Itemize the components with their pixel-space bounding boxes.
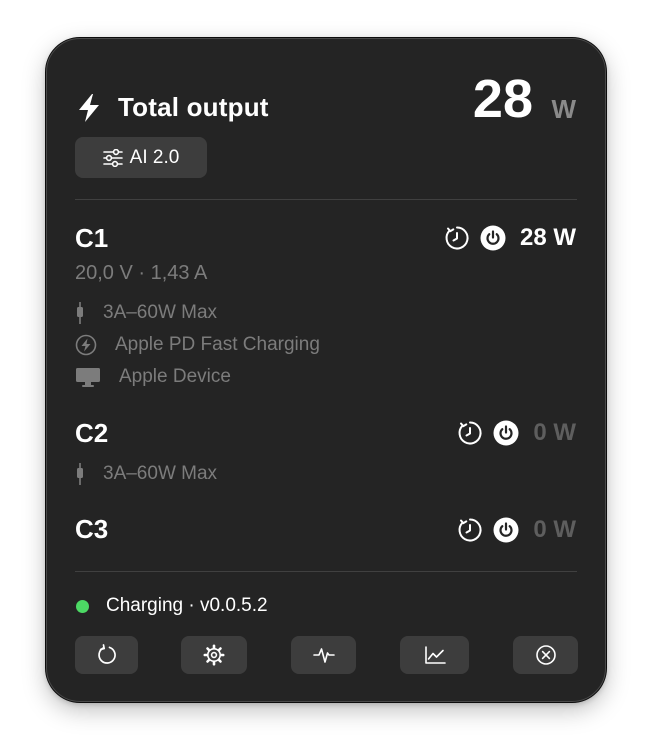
- port-c2-cable-row: 3A–60W Max: [75, 462, 217, 486]
- timer-icon[interactable]: [457, 517, 483, 543]
- total-output-unit: W: [551, 94, 576, 124]
- port-c1-controls: 28 W: [444, 224, 576, 252]
- power-toggle-icon[interactable]: [480, 225, 506, 251]
- port-c1-cable-text: 3A–60W Max: [103, 302, 218, 323]
- status-text: Charging · v0.0.5.2: [106, 595, 268, 616]
- port-c2-controls: 0 W: [457, 419, 576, 447]
- port-c3-controls: 0 W: [457, 516, 576, 544]
- port-c1-device-text: Apple Device: [119, 366, 231, 387]
- close-circle-icon: [535, 645, 556, 665]
- panel-title: Total output: [118, 92, 269, 122]
- port-c1-watt: 28 W: [519, 224, 576, 251]
- port-c1-voltage-current: 20,0 V · 1,43 A: [75, 262, 208, 284]
- quit-button[interactable]: [513, 636, 578, 674]
- port-c3-name: C3: [75, 514, 109, 544]
- ai-mode-button[interactable]: AI 2.0: [75, 137, 207, 178]
- statistics-button[interactable]: [400, 636, 469, 674]
- pulse-icon: [312, 648, 335, 663]
- sliders-icon: [102, 148, 123, 167]
- port-c2-watt: 0 W: [533, 419, 576, 446]
- port-c2-name: C2: [75, 418, 109, 448]
- bolt-circle-icon: [75, 334, 97, 356]
- header-divider: [75, 199, 577, 200]
- port-c1-name: C1: [75, 223, 109, 253]
- footer-divider: [75, 571, 577, 572]
- port-c1-protocol-text: Apple PD Fast Charging: [115, 334, 320, 355]
- cable-connector-icon: [75, 302, 85, 324]
- gear-icon: [203, 644, 225, 666]
- status-dot: [76, 599, 89, 613]
- activity-button[interactable]: [291, 636, 356, 674]
- power-toggle-icon[interactable]: [493, 420, 519, 446]
- port-c1-device-row: Apple Device: [75, 365, 231, 389]
- refresh-icon: [97, 644, 116, 664]
- refresh-button[interactable]: [75, 636, 138, 674]
- ai-mode-label: AI 2.0: [129, 146, 180, 168]
- power-toggle-icon[interactable]: [493, 517, 519, 543]
- cable-connector-icon: [75, 463, 85, 485]
- port-c1-cable-row: 3A–60W Max: [75, 301, 217, 325]
- port-c1-protocol-row: Apple PD Fast Charging: [75, 333, 320, 357]
- line-chart-icon: [424, 646, 446, 664]
- port-c2-cable-text: 3A–60W Max: [103, 463, 218, 484]
- total-output-value: 28: [472, 69, 533, 129]
- charging-status: Charging · v0.0.5.2: [76, 595, 268, 617]
- timer-icon[interactable]: [457, 420, 483, 446]
- lightning-icon: [79, 94, 99, 122]
- port-c3-watt: 0 W: [533, 516, 576, 543]
- timer-icon[interactable]: [444, 225, 470, 251]
- charger-panel: Total output 28 W AI 2.0 C1 28 W 20,0 V …: [46, 38, 606, 702]
- settings-button[interactable]: [181, 636, 247, 674]
- monitor-icon: [75, 366, 101, 388]
